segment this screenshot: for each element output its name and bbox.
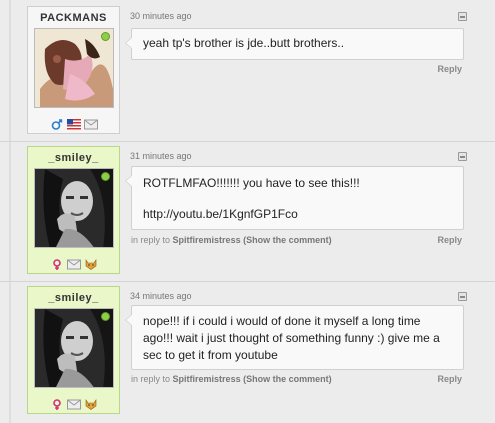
comment-body: ROTFLMFAO!!!!!!! you have to see this!!!…	[125, 166, 464, 230]
user-card: _smiley_	[27, 146, 120, 274]
user-card: _smiley_	[27, 286, 120, 414]
comment-text: yeah tp's brother is jde..butt brothers.…	[143, 36, 345, 50]
show-comment-link[interactable]: (Show the comment)	[243, 374, 332, 384]
avatar[interactable]	[34, 308, 114, 388]
message-icon[interactable]	[66, 257, 81, 270]
username-link[interactable]: PACKMANS	[28, 12, 119, 26]
female-gender-icon	[50, 257, 64, 270]
online-status-icon	[101, 172, 110, 181]
username-link[interactable]: _smiley_	[28, 292, 119, 306]
cat-icon	[84, 257, 98, 270]
comment-divider	[0, 281, 495, 282]
in-reply-to: in reply to Spitfiremistress (Show the c…	[131, 374, 332, 384]
cat-icon	[84, 397, 98, 410]
reply-button[interactable]: Reply	[437, 235, 462, 245]
user-icons	[28, 397, 119, 410]
message-icon[interactable]	[66, 397, 81, 410]
collapse-icon[interactable]	[458, 152, 467, 161]
male-gender-icon	[50, 117, 64, 130]
comment-text: ROTFLMFAO!!!!!!! you have to see this!!!	[143, 176, 360, 190]
in-reply-to: in reply to Spitfiremistress (Show the c…	[131, 235, 332, 245]
us-flag-icon	[66, 117, 81, 130]
online-status-icon	[101, 32, 110, 41]
in-reply-user-link[interactable]: Spitfiremistress	[173, 374, 241, 384]
comment-body: yeah tp's brother is jde..butt brothers.…	[125, 28, 464, 60]
comment-body: nope!!! if i could i would of done it my…	[125, 305, 464, 370]
avatar[interactable]	[34, 168, 114, 248]
female-gender-icon	[50, 397, 64, 410]
comment-link[interactable]: http://youtu.be/1KgnfGP1Fco	[143, 206, 452, 223]
user-card: PACKMANS	[27, 6, 120, 134]
comment-text: nope!!! if i could i would of done it my…	[143, 314, 440, 362]
in-reply-user-link[interactable]: Spitfiremistress	[173, 235, 241, 245]
username-link[interactable]: _smiley_	[28, 152, 119, 166]
reply-button[interactable]: Reply	[437, 374, 462, 384]
in-reply-prefix: in reply to	[131, 374, 171, 384]
user-icons	[28, 117, 119, 130]
in-reply-prefix: in reply to	[131, 235, 171, 245]
comment-timestamp: 30 minutes ago	[130, 11, 192, 21]
comment-divider	[0, 141, 495, 142]
message-icon[interactable]	[83, 117, 98, 130]
comment-timestamp: 31 minutes ago	[130, 151, 192, 161]
reply-button[interactable]: Reply	[437, 64, 462, 74]
online-status-icon	[101, 312, 110, 321]
avatar[interactable]	[34, 28, 114, 108]
collapse-icon[interactable]	[458, 292, 467, 301]
comment-timestamp: 34 minutes ago	[130, 291, 192, 301]
collapse-icon[interactable]	[458, 12, 467, 21]
user-icons	[28, 257, 119, 270]
show-comment-link[interactable]: (Show the comment)	[243, 235, 332, 245]
